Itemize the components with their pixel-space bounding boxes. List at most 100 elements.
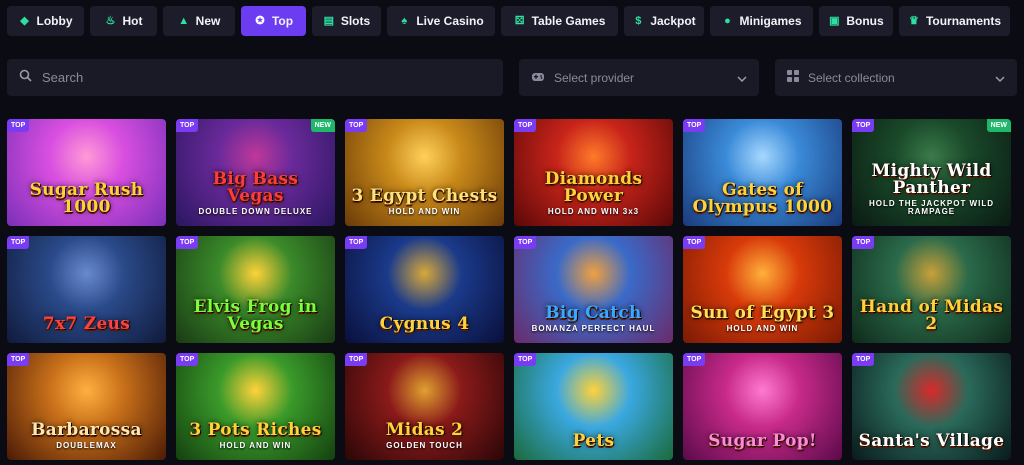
game-subtitle: DOUBLEMAX	[56, 441, 117, 450]
tab-label: New	[195, 14, 221, 28]
game-title: Mighty Wild Panther HOLD THE JACKPOT WILD…	[852, 163, 1011, 226]
game-title: Santa's Village	[853, 433, 1011, 460]
game-title-text: Big Bass Vegas	[212, 169, 299, 206]
game-card[interactable]: TOP Elvis Frog in Vegas	[176, 236, 335, 343]
game-title-text: Gates of Olympus 1000	[692, 180, 833, 217]
top-badge: TOP	[7, 236, 30, 249]
tab-tournaments[interactable]: ♛ Tournaments	[899, 6, 1010, 36]
game-card[interactable]: TOP 3 Egypt Chests HOLD AND WIN	[345, 119, 504, 226]
top-badge: TOP	[345, 119, 368, 132]
game-title-text: Big Catch	[545, 303, 642, 323]
game-subtitle: GOLDEN TOUCH	[386, 441, 463, 450]
tab-bonus[interactable]: ▣ Bonus	[819, 6, 893, 36]
tab-label: Slots	[340, 14, 371, 28]
search-icon	[19, 69, 32, 87]
dice-icon: ⚄	[514, 14, 525, 27]
game-grid: TOP Sugar Rush 1000 TOP NEW Big Bass Vegas DO…	[7, 119, 1011, 460]
top-badge: TOP	[852, 353, 875, 366]
collection-select[interactable]: Select collection	[775, 59, 1017, 96]
game-card[interactable]: TOP Pets	[514, 353, 673, 460]
top-badge: TOP	[345, 236, 368, 249]
top-badge: TOP	[514, 236, 537, 249]
game-card[interactable]: TOP Big Catch BONANZA PERFECT HAUL	[514, 236, 673, 343]
game-card[interactable]: TOP Diamonds Power HOLD AND WIN 3x3	[514, 119, 673, 226]
top-badge: TOP	[683, 236, 706, 249]
game-card[interactable]: TOP Cygnus 4	[345, 236, 504, 343]
game-title-text: 7x7 Zeus	[42, 314, 131, 334]
game-card[interactable]: TOP NEW Big Bass Vegas DOUBLE DOWN DELUXE	[176, 119, 335, 226]
game-subtitle: HOLD THE JACKPOT WILD RAMPAGE	[869, 199, 994, 216]
chevron-down-icon	[995, 71, 1005, 85]
tab-minigames[interactable]: ● Minigames	[710, 6, 813, 36]
gift-icon: ▣	[829, 14, 840, 27]
tab-label: Hot	[122, 14, 143, 28]
game-title: 3 Pots Riches HOLD AND WIN	[183, 422, 327, 460]
game-title-text: Elvis Frog in Vegas	[193, 297, 318, 334]
filter-bar: Select provider Select collection	[7, 59, 1017, 96]
game-title-text: Midas 2	[385, 420, 464, 440]
top-badge: TOP	[683, 119, 706, 132]
game-title-text: Barbarossa	[31, 420, 142, 440]
tab-jackpot[interactable]: $ Jackpot	[624, 6, 704, 36]
game-title: Gates of Olympus 1000	[683, 182, 842, 226]
provider-select[interactable]: Select provider	[519, 59, 759, 96]
tab-label: Jackpot	[650, 14, 696, 28]
tab-label: Bonus	[846, 14, 884, 28]
tab-lobby[interactable]: ◆ Lobby	[7, 6, 84, 36]
tab-hot[interactable]: ♨ Hot	[90, 6, 157, 36]
tab-live-casino[interactable]: ♠ Live Casino	[387, 6, 495, 36]
game-card[interactable]: TOP Hand of Midas 2	[852, 236, 1011, 343]
game-title: Big Catch BONANZA PERFECT HAUL	[526, 305, 662, 343]
collection-select-label: Select collection	[808, 70, 895, 85]
game-title: 3 Egypt Chests HOLD AND WIN	[345, 188, 503, 226]
search-box[interactable]	[7, 59, 503, 96]
top-badge: TOP	[176, 353, 199, 366]
top-badge: TOP	[176, 119, 199, 132]
game-title: 7x7 Zeus	[37, 316, 136, 343]
game-card[interactable]: TOP 3 Pots Riches HOLD AND WIN	[176, 353, 335, 460]
game-title-text: Sugar Pop!	[708, 431, 817, 451]
tab-label: Minigames	[739, 14, 802, 28]
chevron-down-icon	[737, 71, 747, 85]
game-title-text: Mighty Wild Panther	[871, 161, 992, 198]
game-title-text: Diamonds Power	[544, 169, 643, 206]
top-badge: TOP	[852, 236, 875, 249]
game-subtitle: DOUBLE DOWN DELUXE	[198, 207, 313, 216]
tab-label: Live Casino	[416, 14, 484, 28]
tab-label: Table Games	[531, 14, 606, 28]
tab-table-games[interactable]: ⚄ Table Games	[501, 6, 618, 36]
search-input[interactable]	[42, 70, 482, 85]
game-card[interactable]: TOP 7x7 Zeus	[7, 236, 166, 343]
tab-new[interactable]: ▲ New	[163, 6, 235, 36]
game-title-text: Sugar Rush 1000	[29, 180, 144, 217]
game-card[interactable]: TOP NEW Mighty Wild Panther HOLD THE JACKPO…	[852, 119, 1011, 226]
trophy-icon: ♛	[909, 14, 919, 27]
coins-icon: $	[635, 14, 642, 27]
game-card[interactable]: TOP Sugar Rush 1000	[7, 119, 166, 226]
new-badge: NEW	[986, 119, 1011, 132]
game-card[interactable]: TOP Sugar Pop!	[683, 353, 842, 460]
tab-top[interactable]: ✪ Top	[241, 6, 306, 36]
top-badge: TOP	[7, 119, 30, 132]
cards-icon: ♠	[401, 14, 408, 27]
game-card[interactable]: TOP Sun of Egypt 3 HOLD AND WIN	[683, 236, 842, 343]
top-badge: TOP	[7, 353, 30, 366]
game-card[interactable]: TOP Barbarossa DOUBLEMAX	[7, 353, 166, 460]
game-title: Pets	[567, 433, 621, 460]
star-circle-icon: ✪	[255, 14, 265, 27]
new-badge: NEW	[310, 119, 335, 132]
game-card[interactable]: TOP Midas 2 GOLDEN TOUCH	[345, 353, 504, 460]
game-title-text: Cygnus 4	[379, 314, 470, 334]
gamepad-icon	[531, 71, 545, 85]
top-badge: TOP	[514, 119, 537, 132]
top-badge: TOP	[852, 119, 875, 132]
game-title-text: 3 Egypt Chests	[351, 186, 498, 206]
tab-slots[interactable]: ▤ Slots	[312, 6, 381, 36]
game-subtitle: HOLD AND WIN	[726, 324, 799, 333]
game-title: Big Bass Vegas DOUBLE DOWN DELUXE	[176, 171, 335, 226]
game-card[interactable]: TOP Gates of Olympus 1000	[683, 119, 842, 226]
tab-label: Top	[271, 14, 294, 28]
game-card[interactable]: TOP Santa's Village	[852, 353, 1011, 460]
game-title: Elvis Frog in Vegas	[176, 299, 335, 343]
game-title: Sugar Pop!	[702, 433, 822, 460]
